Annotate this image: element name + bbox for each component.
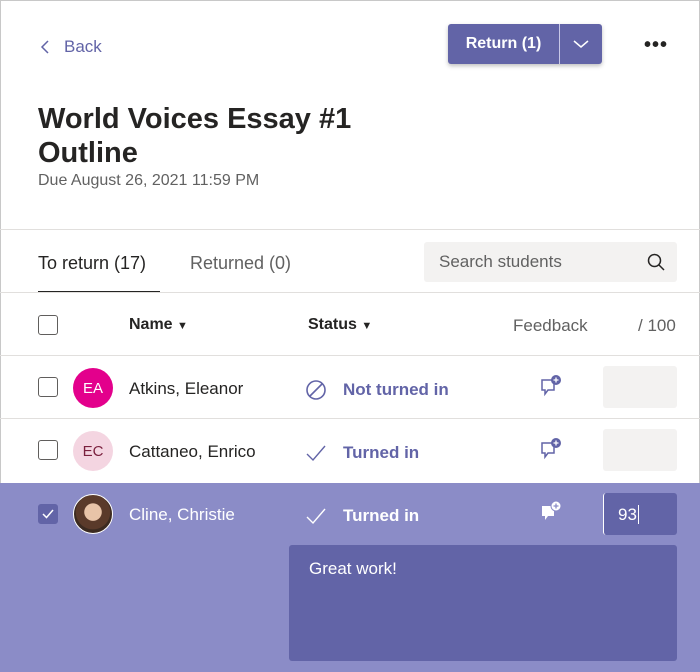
page-title: World Voices Essay #1 Outline: [38, 103, 352, 169]
grade-input[interactable]: 93: [603, 493, 677, 535]
add-feedback-icon[interactable]: [539, 500, 563, 524]
add-feedback-icon[interactable]: [539, 374, 563, 398]
status: Not turned in: [305, 379, 449, 401]
back-label: Back: [64, 37, 102, 56]
more-options-button[interactable]: •••: [644, 34, 668, 57]
student-name: Cattaneo, Enrico: [129, 442, 256, 461]
feedback-textarea[interactable]: Great work!: [289, 545, 677, 661]
due-date: Due August 26, 2021 11:59 PM: [38, 172, 260, 189]
search-icon: [647, 253, 665, 271]
row-checkbox-checked[interactable]: [38, 504, 58, 524]
status: Turned in: [305, 442, 419, 464]
grade-input[interactable]: [603, 429, 677, 471]
divider: [0, 229, 700, 230]
search-input[interactable]: Search students: [424, 242, 677, 282]
points-column-header: / 100: [638, 316, 676, 335]
check-icon: [306, 508, 326, 525]
divider: [0, 418, 700, 419]
tab-to-return[interactable]: To return (17): [38, 253, 146, 274]
row-checkbox[interactable]: [38, 440, 58, 460]
return-dropdown-button[interactable]: [560, 24, 602, 64]
student-name: Cline, Christie: [129, 505, 235, 524]
return-split-button: Return (1): [448, 24, 602, 64]
status: Turned in: [305, 505, 419, 527]
student-name: Atkins, Eleanor: [129, 379, 244, 398]
grade-input[interactable]: [603, 366, 677, 408]
tab-returned[interactable]: Returned (0): [190, 253, 291, 274]
search-placeholder: Search students: [439, 252, 562, 271]
check-icon: [306, 445, 326, 462]
name-column-header[interactable]: Name ▼: [129, 316, 188, 334]
return-button[interactable]: Return (1): [448, 24, 560, 64]
select-all-checkbox[interactable]: [38, 315, 58, 335]
avatar-photo: [73, 494, 113, 534]
status-column-header[interactable]: Status ▼: [308, 316, 372, 334]
feedback-column-header: Feedback: [513, 316, 588, 335]
avatar: EC: [73, 431, 113, 471]
divider: [0, 355, 700, 356]
divider: [0, 292, 700, 293]
chevron-left-icon: [40, 40, 49, 54]
chevron-down-icon: [573, 40, 589, 48]
add-feedback-icon[interactable]: [539, 437, 563, 461]
avatar: EA: [73, 368, 113, 408]
checkmark-icon: [42, 509, 54, 519]
blocked-icon: [306, 380, 326, 400]
back-button[interactable]: Back: [40, 37, 102, 57]
row-checkbox[interactable]: [38, 377, 58, 397]
